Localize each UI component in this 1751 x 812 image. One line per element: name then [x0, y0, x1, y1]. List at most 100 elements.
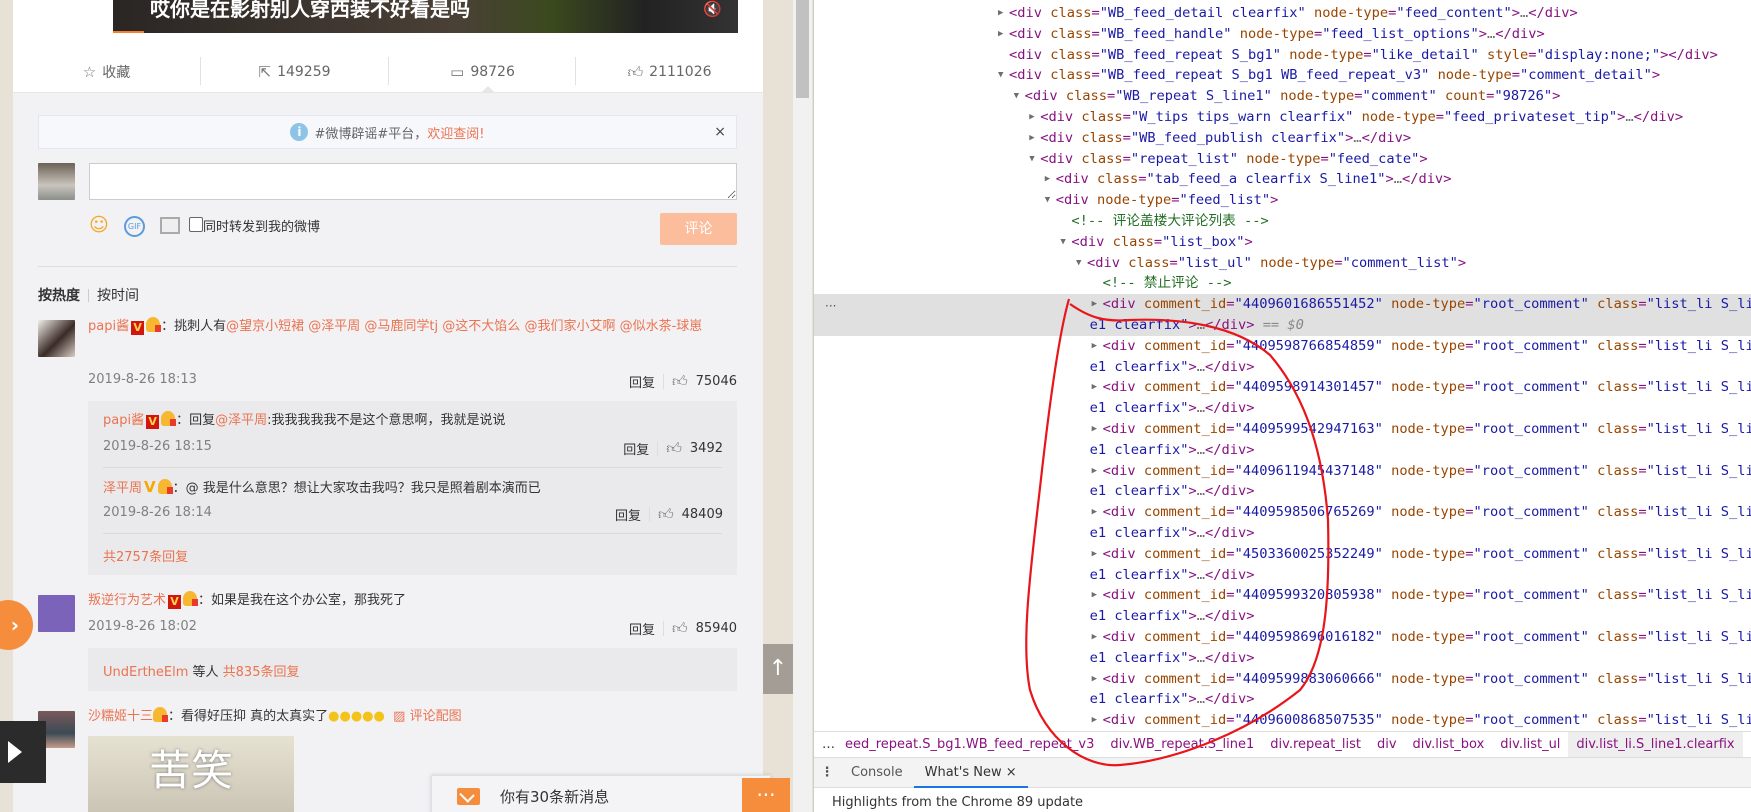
- reply-button[interactable]: 回复: [629, 372, 655, 391]
- expand-arrow-icon[interactable]: ▶: [1092, 294, 1102, 315]
- my-avatar[interactable]: [38, 163, 75, 200]
- dom-element-node-continuation[interactable]: e1 clearfix">…</div>: [814, 606, 1751, 627]
- mute-icon[interactable]: 🔇: [703, 0, 722, 18]
- dom-element-node[interactable]: ▶ <div class="WB_feed_handle" node-type="…: [814, 24, 1751, 45]
- dom-element-node-continuation[interactable]: e1 clearfix">…</div> == $0: [814, 315, 1751, 336]
- reply-button[interactable]: 回复: [629, 619, 655, 638]
- scrollbar-thumb[interactable]: [796, 0, 809, 98]
- mention-link[interactable]: @泽平周: [215, 413, 267, 428]
- more-replies-link[interactable]: 共2757条回复: [103, 546, 188, 565]
- expand-arrow-icon[interactable]: ▶: [1092, 710, 1102, 731]
- favorite-button[interactable]: ☆ 收藏: [13, 55, 200, 89]
- drawer-menu-icon[interactable]: ⋮: [814, 765, 840, 780]
- tab-by-time[interactable]: 按时间: [97, 285, 139, 305]
- dom-element-node-root-comment[interactable]: ▶ <div comment_id = "4503360025352249" node…: [814, 544, 1751, 565]
- video-player[interactable]: 哎你是在影射别人穿西装不好看是吗 🔇: [113, 0, 738, 33]
- tab-whats-new[interactable]: What's New ×: [913, 758, 1028, 788]
- video-progress[interactable]: [113, 31, 144, 33]
- dom-element-node[interactable]: ▼ <div class = "WB_repeat S_line1" node-typ…: [814, 86, 1751, 107]
- reply-button[interactable]: 回复: [615, 505, 641, 524]
- image-icon[interactable]: [160, 217, 180, 234]
- share-button[interactable]: ⇱ 149259: [201, 55, 388, 89]
- comment-button[interactable]: ▭ 98726: [389, 55, 576, 89]
- more-replies-link[interactable]: 共835条回复: [223, 665, 300, 680]
- collapse-arrow-icon[interactable]: ▼: [1060, 232, 1070, 253]
- comment-image[interactable]: 苦笑: [88, 736, 294, 812]
- expand-arrow-icon[interactable]: ▶: [1092, 502, 1102, 523]
- like-button[interactable]: 👍︎ 2111026: [576, 55, 763, 89]
- collapse-arrow-icon[interactable]: ▼: [998, 65, 1008, 86]
- mention-link[interactable]: @望京小短裙: [226, 319, 304, 334]
- dom-comment-node[interactable]: <!-- 评论盖楼大评论列表 -->: [814, 211, 1751, 232]
- dom-element-node[interactable]: ▼ <div class="repeat_list" node-type="fee…: [814, 149, 1751, 170]
- dom-element-node-continuation[interactable]: e1 clearfix">…</div>: [814, 357, 1751, 378]
- expand-arrow-icon[interactable]: ▶: [1092, 461, 1102, 482]
- dom-element-node-continuation[interactable]: e1 clearfix">…</div>: [814, 440, 1751, 461]
- expand-arrow-icon[interactable]: ▶: [1092, 627, 1102, 648]
- thumbs-up-icon[interactable]: 👍︎: [658, 505, 674, 524]
- dom-element-node-root-comment[interactable]: ▶ <div comment_id = "4409598506765269" node…: [814, 502, 1751, 523]
- expand-arrow-icon[interactable]: ▶: [1092, 669, 1102, 690]
- dom-element-node-root-comment[interactable]: ▶ <div comment_id = "4409598914301457" node…: [814, 377, 1751, 398]
- tab-console[interactable]: Console: [840, 758, 914, 788]
- dom-element-node[interactable]: ▶ <div class="WB_feed_publish clearfix">……: [814, 128, 1751, 149]
- expand-arrow-icon[interactable]: ▶: [998, 24, 1008, 45]
- dom-element-node-root-comment[interactable]: ▶ <div comment_id = "4409599883060666" node…: [814, 669, 1751, 690]
- comment-image-link[interactable]: ▨ 评论配图: [393, 709, 461, 724]
- expand-arrow-icon[interactable]: ▶: [1092, 377, 1102, 398]
- tip-link[interactable]: 欢迎查阅!: [427, 123, 484, 142]
- collapse-arrow-icon[interactable]: ▼: [1029, 149, 1039, 170]
- submit-comment-button[interactable]: 评论: [660, 213, 737, 245]
- dom-element-node-root-comment[interactable]: ▶ <div comment_id = "4409598766854859" node…: [814, 336, 1751, 357]
- reply-user-link[interactable]: UndErtheElm: [103, 665, 188, 680]
- thumbs-up-icon[interactable]: 👍︎: [666, 439, 682, 458]
- comment-author[interactable]: 沙糯姬十三: [88, 709, 153, 724]
- more-actions-icon[interactable]: ···: [825, 299, 836, 313]
- breadcrumb-item[interactable]: div.list_ul: [1492, 732, 1568, 757]
- reply-author[interactable]: 泽平周: [103, 481, 142, 496]
- dom-element-node[interactable]: ▼ <div class="list_ul" node-type="comment…: [814, 253, 1751, 274]
- thumbs-up-icon[interactable]: 👍︎: [672, 372, 688, 391]
- back-to-top-button[interactable]: ↑: [763, 644, 793, 694]
- thumbs-up-icon[interactable]: 👍︎: [672, 619, 688, 638]
- close-icon[interactable]: ×: [1006, 765, 1017, 780]
- breadcrumb-item[interactable]: div.repeat_list: [1262, 732, 1369, 757]
- dom-element-node[interactable]: ▶ <div class="tab_feed_a clearfix S_line1…: [814, 169, 1751, 190]
- collapse-arrow-icon[interactable]: ▼: [1045, 190, 1055, 211]
- new-messages-popup[interactable]: 你有30条新消息: [431, 775, 771, 812]
- dom-element-node-root-comment[interactable]: ▶ <div comment_id = "4409598696016182" node…: [814, 627, 1751, 648]
- chat-icon[interactable]: ···: [742, 778, 790, 812]
- mention-link[interactable]: @这不大馅么: [442, 319, 520, 334]
- breadcrumb-item[interactable]: div.list_box: [1405, 732, 1493, 757]
- dom-element-node[interactable]: ▼ <div class="WB_feed_repeat S_bg1 WB_fee…: [814, 65, 1751, 86]
- breadcrumb-overflow[interactable]: …: [814, 732, 837, 757]
- emoji-icon[interactable]: ☺: [89, 214, 109, 236]
- expand-arrow-icon[interactable]: ▶: [998, 3, 1008, 24]
- dom-element-node-continuation[interactable]: e1 clearfix">…</div>: [814, 689, 1751, 710]
- expand-arrow-icon[interactable]: ▶: [1045, 169, 1055, 190]
- dom-element-node-continuation[interactable]: e1 clearfix">…</div>: [814, 565, 1751, 586]
- avatar[interactable]: [38, 320, 75, 357]
- dom-element-node-root-comment[interactable]: ▶ <div comment_id = "4409599320805938" node…: [814, 585, 1751, 606]
- expand-arrow-icon[interactable]: ▶: [1092, 585, 1102, 606]
- mention-link[interactable]: @我们家小艾啊: [524, 319, 615, 334]
- breadcrumb-item[interactable]: div: [1369, 732, 1405, 757]
- page-scrollbar[interactable]: [793, 0, 812, 812]
- breadcrumb-item[interactable]: eed_repeat.S_bg1.WB_feed_repeat_v3: [837, 732, 1102, 757]
- dom-element-node-continuation[interactable]: e1 clearfix">…</div>: [814, 481, 1751, 502]
- reply-author[interactable]: papi酱: [103, 413, 144, 428]
- dom-comment-node[interactable]: <!-- 禁止评论 -->: [814, 273, 1751, 294]
- expand-arrow-icon[interactable]: ▶: [1092, 544, 1102, 565]
- dom-element-node-root-comment[interactable]: ▶ <div comment_id = "4409611945437148" node…: [814, 461, 1751, 482]
- repost-checkbox[interactable]: [189, 217, 203, 232]
- dom-element-node[interactable]: ▶ <div class="W_tips tips_warn clearfix" …: [814, 107, 1751, 128]
- dom-element-node[interactable]: <div class="WB_feed_repeat S_bg1" node-t…: [814, 45, 1751, 66]
- avatar[interactable]: [38, 595, 75, 632]
- dom-element-node-continuation[interactable]: e1 clearfix">…</div>: [814, 648, 1751, 669]
- dom-element-node-continuation[interactable]: e1 clearfix">…</div>: [814, 523, 1751, 544]
- comment-author[interactable]: 叛逆行为艺术: [88, 593, 166, 608]
- expand-arrow-icon[interactable]: ▶: [1029, 107, 1039, 128]
- mention-link[interactable]: @似水茶-球崽: [620, 319, 703, 334]
- close-icon[interactable]: ×: [714, 124, 726, 140]
- gif-icon[interactable]: GIF: [124, 216, 145, 237]
